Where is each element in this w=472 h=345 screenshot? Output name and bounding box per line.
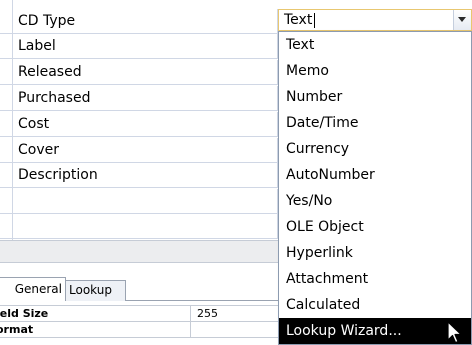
tab-general[interactable]: General (0, 277, 66, 301)
field-name-cell[interactable] (0, 214, 278, 239)
field-name-cell[interactable]: CD Type (0, 9, 278, 34)
text-caret (314, 13, 315, 28)
row-selector-column (0, 0, 13, 240)
option-hyperlink[interactable]: Hyperlink (279, 240, 471, 266)
property-value[interactable] (190, 322, 280, 337)
option-ole-object[interactable]: OLE Object (279, 214, 471, 240)
option-attachment[interactable]: Attachment (279, 266, 471, 292)
property-label: ield Size (0, 307, 49, 320)
option-lookup-wizard[interactable]: Lookup Wizard... (279, 318, 471, 344)
property-label: ormat (0, 323, 34, 336)
option-calculated[interactable]: Calculated (279, 292, 471, 318)
data-type-value[interactable]: Text (284, 10, 312, 30)
field-name-cell[interactable]: Cost (0, 112, 278, 137)
option-number[interactable]: Number (279, 84, 471, 110)
dropdown-button[interactable] (453, 10, 471, 30)
field-name-cell[interactable]: Cover (0, 138, 278, 163)
option-memo[interactable]: Memo (279, 58, 471, 84)
option-autonumber[interactable]: AutoNumber (279, 162, 471, 188)
option-text[interactable]: Text (279, 32, 471, 58)
field-name-cell[interactable] (0, 189, 278, 214)
tab-divider (126, 300, 280, 301)
chevron-down-icon (458, 17, 466, 22)
data-type-combo[interactable]: Text (278, 9, 472, 31)
tab-lookup[interactable]: Lookup (65, 280, 126, 301)
property-row-format[interactable]: ormat (0, 321, 280, 338)
field-name-cell[interactable]: Purchased (0, 86, 278, 111)
property-tabs: General Lookup (0, 262, 280, 303)
data-type-dropdown: Text Memo Number Date/Time Currency Auto… (278, 31, 472, 345)
option-date-time[interactable]: Date/Time (279, 110, 471, 136)
field-name-cell[interactable]: Released (0, 60, 278, 85)
field-properties: ield Size 255 ormat (0, 305, 280, 345)
option-yes-no[interactable]: Yes/No (279, 188, 471, 214)
property-value[interactable]: 255 (190, 306, 280, 321)
mouse-pointer-icon (447, 321, 462, 344)
field-name-cell[interactable]: Description (0, 163, 278, 188)
option-currency[interactable]: Currency (279, 136, 471, 162)
property-row-field-size[interactable]: ield Size 255 (0, 305, 280, 322)
field-name-cell[interactable]: Label (0, 34, 278, 59)
